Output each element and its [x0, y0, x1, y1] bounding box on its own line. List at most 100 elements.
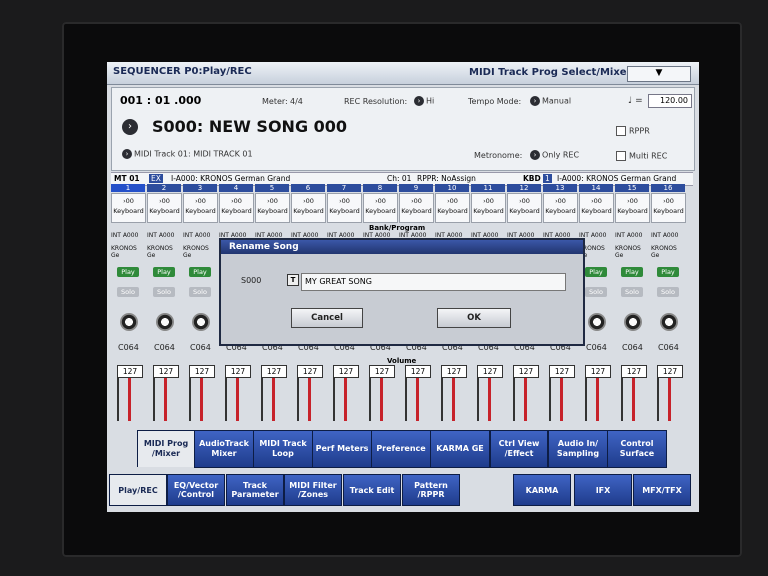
tab-mfx-tfx[interactable]: MFX/TFX: [633, 474, 691, 506]
volume-fader[interactable]: 127: [547, 365, 577, 423]
program-select[interactable]: ›00 Keyboard: [363, 193, 398, 223]
bank-select[interactable]: INT A000 KRONOS Ge: [183, 232, 217, 259]
rppr-checkbox[interactable]: RPPR: [616, 126, 650, 136]
solo-button[interactable]: Solo: [153, 287, 175, 297]
volume-fader[interactable]: 127: [295, 365, 325, 423]
track-number[interactable]: 7: [327, 184, 361, 192]
cancel-button[interactable]: Cancel: [291, 308, 363, 328]
pan-knob[interactable]: [192, 313, 210, 331]
track-number[interactable]: 8: [363, 184, 397, 192]
tab-play-rec[interactable]: Play/REC: [109, 474, 167, 506]
track-number[interactable]: 2: [147, 184, 181, 192]
bank-select[interactable]: INT A000 KRONOS Ge: [111, 232, 145, 259]
song-position[interactable]: 001 : 01 .000: [120, 94, 201, 107]
program-select[interactable]: ›00 Keyboard: [615, 193, 650, 223]
multi-rec-checkbox[interactable]: Multi REC: [616, 151, 667, 161]
play-button[interactable]: Play: [153, 267, 175, 277]
solo-button[interactable]: Solo: [585, 287, 607, 297]
volume-fader[interactable]: 127: [367, 365, 397, 423]
tab-midi-track-loop[interactable]: MIDI Track Loop: [253, 430, 313, 468]
song-name[interactable]: S000: NEW SONG 000: [152, 117, 347, 136]
track-number[interactable]: 16: [651, 184, 685, 192]
solo-button[interactable]: Solo: [621, 287, 643, 297]
track-number[interactable]: 1: [111, 184, 145, 192]
rec-resolution-select[interactable]: › Hi: [414, 96, 434, 106]
program-select[interactable]: ›00 Keyboard: [651, 193, 686, 223]
solo-button[interactable]: Solo: [189, 287, 211, 297]
tab-control-surface[interactable]: Control Surface: [607, 430, 667, 468]
pan-knob[interactable]: [660, 313, 678, 331]
tab-midi-prog-mixer[interactable]: MIDI Prog /Mixer: [137, 430, 195, 467]
tempo-value[interactable]: 120.00: [648, 94, 692, 108]
play-button[interactable]: Play: [621, 267, 643, 277]
program-select[interactable]: ›00 Keyboard: [471, 193, 506, 223]
song-select-icon[interactable]: ›: [122, 119, 138, 135]
volume-fader[interactable]: 127: [151, 365, 181, 423]
tab-audiotrack-mixer[interactable]: AudioTrack Mixer: [194, 430, 254, 468]
program-select[interactable]: ›00 Keyboard: [543, 193, 578, 223]
text-edit-button[interactable]: T: [287, 274, 299, 286]
tab-track-parameter[interactable]: Track Parameter: [226, 474, 284, 506]
program-select[interactable]: ›00 Keyboard: [183, 193, 218, 223]
volume-fader[interactable]: 127: [187, 365, 217, 423]
pan-knob[interactable]: [156, 313, 174, 331]
meter-value[interactable]: 4/4: [290, 97, 303, 106]
track-number[interactable]: 5: [255, 184, 289, 192]
track-number[interactable]: 9: [399, 184, 433, 192]
tab-karma[interactable]: KARMA: [513, 474, 571, 506]
program-select[interactable]: ›00 Keyboard: [507, 193, 542, 223]
program-select[interactable]: ›00 Keyboard: [291, 193, 326, 223]
play-button[interactable]: Play: [585, 267, 607, 277]
volume-fader[interactable]: 127: [259, 365, 289, 423]
program-select[interactable]: ›00 Keyboard: [219, 193, 254, 223]
track-number[interactable]: 4: [219, 184, 253, 192]
track-number[interactable]: 3: [183, 184, 217, 192]
volume-fader[interactable]: 127: [439, 365, 469, 423]
ok-button[interactable]: OK: [437, 308, 511, 328]
volume-fader[interactable]: 127: [655, 365, 685, 423]
tab-midi-filter-zones[interactable]: MIDI Filter /Zones: [284, 474, 342, 506]
tempo-mode-select[interactable]: › Manual: [530, 96, 571, 106]
program-select[interactable]: ›00 Keyboard: [579, 193, 614, 223]
track-select[interactable]: › MIDI Track 01: MIDI TRACK 01: [122, 149, 253, 159]
solo-button[interactable]: Solo: [117, 287, 139, 297]
tab-track-edit[interactable]: Track Edit: [343, 474, 401, 506]
track-number[interactable]: 11: [471, 184, 505, 192]
tab-audio-in-sampling[interactable]: Audio In/ Sampling: [548, 430, 608, 468]
pan-knob[interactable]: [588, 313, 606, 331]
program-select[interactable]: ›00 Keyboard: [399, 193, 434, 223]
pan-knob[interactable]: [120, 313, 138, 331]
track-number[interactable]: 13: [543, 184, 577, 192]
volume-fader[interactable]: 127: [223, 365, 253, 423]
solo-button[interactable]: Solo: [657, 287, 679, 297]
volume-fader[interactable]: 127: [583, 365, 613, 423]
program-select[interactable]: ›00 Keyboard: [327, 193, 362, 223]
track-number[interactable]: 10: [435, 184, 469, 192]
program-select[interactable]: ›00 Keyboard: [111, 193, 146, 223]
tab-ifx[interactable]: IFX: [574, 474, 632, 506]
bank-select[interactable]: INT A000 KRONOS Ge: [615, 232, 649, 259]
track-number[interactable]: 15: [615, 184, 649, 192]
volume-fader[interactable]: 127: [619, 365, 649, 423]
tab-ctrl-view-effect[interactable]: Ctrl View /Effect: [490, 430, 548, 468]
bank-select[interactable]: INT A000 KRONOS Ge: [651, 232, 685, 259]
track-number[interactable]: 14: [579, 184, 613, 192]
volume-fader[interactable]: 127: [331, 365, 361, 423]
metronome-select[interactable]: › Only REC: [530, 150, 579, 160]
page-menu-dropdown[interactable]: ▼: [627, 66, 691, 82]
tab-karma-ge[interactable]: KARMA GE: [430, 430, 490, 468]
tab-eq-vector-control[interactable]: EQ/Vector /Control: [167, 474, 225, 506]
program-select[interactable]: ›00 Keyboard: [435, 193, 470, 223]
program-select[interactable]: ›00 Keyboard: [147, 193, 182, 223]
volume-fader[interactable]: 127: [475, 365, 505, 423]
play-button[interactable]: Play: [117, 267, 139, 277]
bank-select[interactable]: INT A000 KRONOS Ge: [147, 232, 181, 259]
tab-preference[interactable]: Preference: [371, 430, 431, 468]
volume-fader[interactable]: 127: [115, 365, 145, 423]
volume-fader[interactable]: 127: [511, 365, 541, 423]
volume-fader[interactable]: 127: [403, 365, 433, 423]
track-number[interactable]: 12: [507, 184, 541, 192]
tab-pattern-rppr[interactable]: Pattern /RPPR: [402, 474, 460, 506]
track-number[interactable]: 6: [291, 184, 325, 192]
tab-perf-meters[interactable]: Perf Meters: [312, 430, 372, 468]
